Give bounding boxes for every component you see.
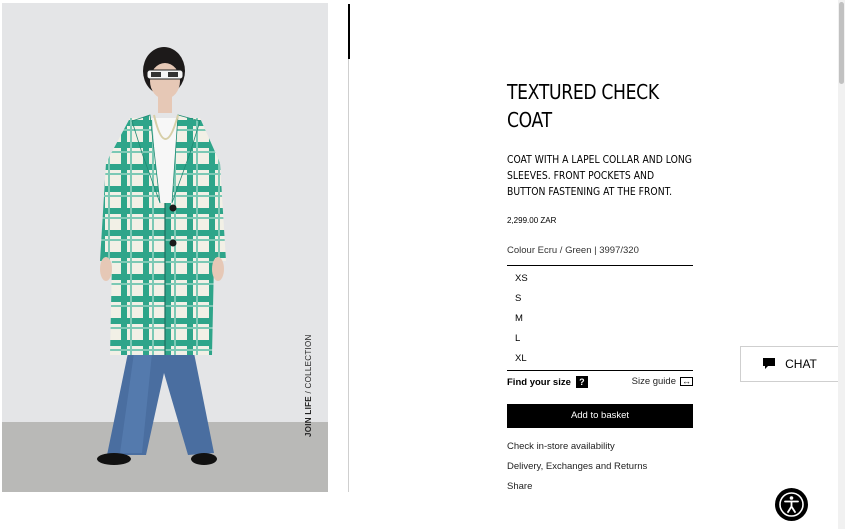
find-your-size-link[interactable]: Find your size ? <box>507 376 588 388</box>
size-list: XS S M L XL <box>507 265 693 371</box>
help-icon[interactable]: ? <box>575 376 588 388</box>
product-description: COAT WITH A LAPEL COLLAR AND LONG SLEEVE… <box>507 154 692 198</box>
find-your-size-label: Find your size <box>507 376 571 388</box>
product-image[interactable] <box>2 3 328 492</box>
add-to-basket-button[interactable]: Add to basket <box>507 404 693 428</box>
product-colour: Colour Ecru / Green | 3997/320 <box>507 245 639 256</box>
size-option-xl[interactable]: XL <box>507 349 693 369</box>
product-title: TEXTURED CHECK COAT <box>507 80 659 132</box>
chat-label: CHAT <box>785 357 817 371</box>
page-scrollbar[interactable] <box>838 0 845 529</box>
gallery-scroll-indicator[interactable] <box>348 4 350 59</box>
ruler-icon: ↔ <box>680 376 693 386</box>
size-option-m[interactable]: M <box>507 309 693 329</box>
delivery-returns-link[interactable]: Delivery, Exchanges and Returns <box>507 461 647 472</box>
accessibility-icon <box>779 492 804 517</box>
size-guide-link[interactable]: Size guide ↔ <box>632 376 693 387</box>
share-link[interactable]: Share <box>507 481 532 492</box>
model-illustration <box>97 47 226 465</box>
gallery-scroll-track <box>348 4 349 492</box>
size-guide-label: Size guide <box>631 376 676 387</box>
chat-icon <box>763 358 776 369</box>
check-store-availability-link[interactable]: Check in-store availability <box>507 441 615 452</box>
collection-caption: JOIN LIFE / COLLECTION <box>304 334 313 437</box>
size-option-xs[interactable]: XS <box>507 269 693 289</box>
size-tools-row: Find your size ? Size guide ↔ <box>507 376 693 388</box>
chat-button[interactable]: CHAT <box>740 346 840 382</box>
product-price: 2,299.00 ZAR <box>507 216 557 225</box>
accessibility-button[interactable] <box>775 488 808 521</box>
page-scrollbar-thumb[interactable] <box>839 2 844 84</box>
size-option-s[interactable]: S <box>507 289 693 309</box>
product-info: TEXTURED CHECK COAT COAT WITH A LAPEL CO… <box>507 78 693 256</box>
size-option-l[interactable]: L <box>507 329 693 349</box>
